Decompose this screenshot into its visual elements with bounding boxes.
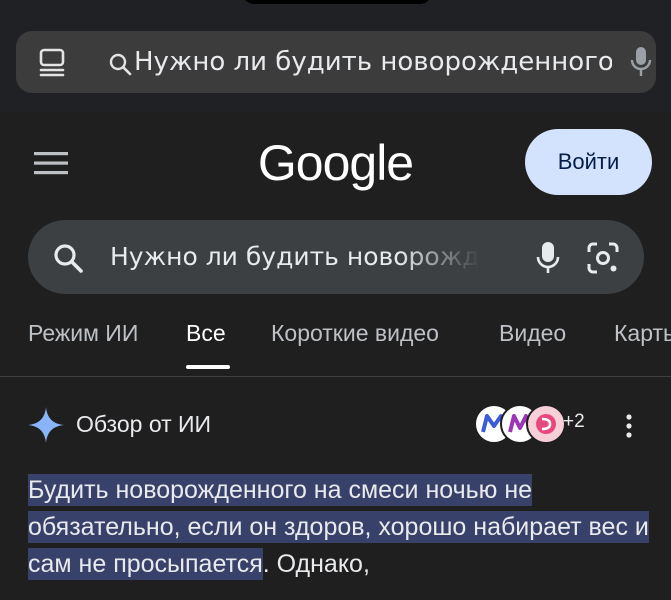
tab-maps[interactable]: Карты — [614, 318, 671, 348]
lens-icon[interactable] — [586, 241, 620, 279]
signin-button[interactable]: Войти — [525, 129, 652, 195]
tab-short-videos[interactable]: Короткие видео — [271, 318, 439, 348]
more-vert-icon[interactable] — [622, 413, 636, 443]
sources-more-count[interactable]: +2 — [563, 411, 585, 433]
mic-icon[interactable] — [630, 46, 652, 82]
active-tab-indicator — [186, 365, 230, 369]
device-notch — [242, 0, 432, 4]
address-bar[interactable]: Нужно ли будить новорожденного — [16, 31, 656, 93]
tab-all[interactable]: Все — [186, 318, 226, 348]
ai-overview-text: Будить новорожденного на смеси ночью не … — [28, 472, 658, 583]
mic-icon[interactable] — [536, 241, 560, 279]
tab-videos[interactable]: Видео — [499, 318, 566, 348]
tabs-icon[interactable] — [38, 48, 66, 82]
search-tabs: Режим ИИ Все Короткие видео Видео Карты — [0, 310, 671, 374]
search-input[interactable]: Нужно ли будить новорожденного — [110, 239, 480, 275]
sparkle-icon — [28, 407, 64, 447]
source-avatars[interactable] — [474, 404, 566, 444]
search-icon — [108, 52, 132, 80]
source-avatar[interactable] — [526, 404, 566, 444]
browser-toolbar: Нужно ли будить новорожденного — [0, 0, 671, 112]
ai-overview: Обзор от ИИ +2 Будить новорожденного на … — [0, 377, 671, 600]
answer-continuation: . Однако, — [262, 550, 370, 578]
ai-overview-title: Обзор от ИИ — [76, 411, 212, 437]
google-header: Google Войти Нужно ли будить новорожденн… — [0, 112, 671, 382]
search-box[interactable]: Нужно ли будить новорожденного — [28, 220, 644, 294]
search-icon — [52, 242, 84, 278]
tab-ai-mode[interactable]: Режим ИИ — [28, 318, 138, 348]
address-text[interactable]: Нужно ли будить новорожденного — [134, 44, 612, 80]
